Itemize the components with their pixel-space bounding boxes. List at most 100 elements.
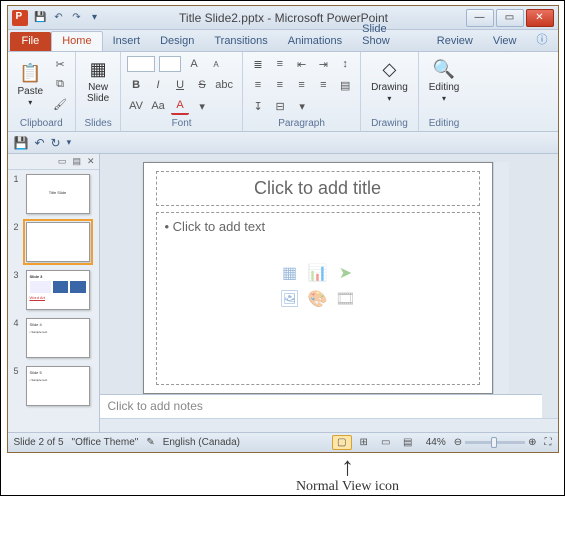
align-left-icon[interactable]: ≡ [249,76,267,94]
callout-label: Normal View icon [131,479,564,495]
bold-button[interactable]: B [127,76,145,94]
shadow-button[interactable]: abc [215,76,233,94]
save-icon[interactable]: 💾 [34,11,48,25]
tab-home[interactable]: Home [51,31,102,51]
ribbon-tabs: File Home Insert Design Transitions Anim… [8,30,558,52]
strikethrough-button[interactable]: S [193,76,211,94]
char-spacing-icon[interactable]: AV [127,97,145,115]
tab-design[interactable]: Design [150,32,204,51]
title-placeholder[interactable]: Click to add title [156,171,480,206]
group-editing: 🔍 Editing ▾ Editing [419,52,470,131]
close-panel-icon[interactable]: ✕ [87,156,95,167]
language-status[interactable]: English (Canada) [163,437,240,448]
slide-sorter-view-button[interactable]: ⊞ [354,435,374,450]
align-center-icon[interactable]: ≡ [271,76,289,94]
tab-slideshow[interactable]: Slide Show [352,20,427,51]
insert-picture-icon[interactable]: 🖼 [278,288,302,310]
thumbnail[interactable]: 2 [8,218,99,266]
fit-to-window-icon[interactable]: ⛶ [545,437,552,448]
editing-button[interactable]: 🔍 Editing ▾ [425,55,464,105]
reading-view-button[interactable]: ▭ [376,435,396,450]
group-font: A A B I U S abc AV Aa A ▾ Font [121,52,243,131]
qat-below-ribbon: 💾 ↶ ↻ ▾ [8,132,558,154]
drawing-button[interactable]: ◇ Drawing ▾ [367,55,412,105]
copy-icon[interactable]: ⧉ [51,75,69,93]
powerpoint-window: 💾 ↶ ↷ ▾ Title Slide2.pptx - Microsoft Po… [7,5,559,453]
justify-icon[interactable]: ≡ [314,76,332,94]
thumbnail[interactable]: 3 Slide 3 Word Art [8,266,99,314]
minimize-button[interactable]: — [466,9,494,27]
format-painter-icon[interactable]: 🖌 [51,95,69,113]
group-slides: ▦ New Slide Slides [76,52,121,131]
app-icon [12,10,28,26]
insert-chart-icon[interactable]: 📊 [306,262,330,284]
slide[interactable]: Click to add title Click to add text ▦ 📊… [143,162,493,394]
tab-file[interactable]: File [10,32,52,51]
insert-media-icon[interactable]: 🎞 [334,288,358,310]
tab-insert[interactable]: Insert [103,32,151,51]
thumbnail[interactable]: 4 Slide 4• Sample text [8,314,99,362]
outline-tab-icon[interactable]: ▭ [58,156,67,167]
font-color-icon[interactable]: A [171,97,189,115]
text-direction-icon[interactable]: ↧ [249,97,267,115]
normal-view-button[interactable]: ▢ [332,435,352,450]
theme-status: "Office Theme" [72,437,139,448]
tab-transitions[interactable]: Transitions [204,32,277,51]
help-icon[interactable]: ⓘ [527,28,558,51]
insert-smartart-icon[interactable]: ➤ [334,262,358,284]
align-right-icon[interactable]: ≡ [293,76,311,94]
decrease-indent-icon[interactable]: ⇤ [293,55,311,73]
font-family-select[interactable] [127,56,155,72]
annotation-callout: ↑ Normal View icon [1,459,564,495]
arrow-up-icon: ↑ [131,459,564,475]
tab-review[interactable]: Review [427,32,483,51]
notes-pane[interactable]: Click to add notes [100,394,542,418]
numbering-icon[interactable]: ≡ [271,55,289,73]
cut-icon[interactable]: ✂ [51,55,69,73]
smartart-icon[interactable]: ▾ [293,97,311,115]
find-icon: 🔍 [432,57,456,81]
zoom-slider[interactable] [465,441,525,444]
change-case-icon[interactable]: Aa [149,97,167,115]
new-slide-button[interactable]: ▦ New Slide [82,55,114,106]
tab-view[interactable]: View [483,32,527,51]
spellcheck-icon[interactable]: ✎ [146,437,154,448]
ribbon: 📋 Paste ▾ ✂ ⧉ 🖌 Clipboard ▦ New Slide Sl… [8,52,558,132]
font-size-select[interactable] [159,56,181,72]
tab-animations[interactable]: Animations [278,32,352,51]
close-button[interactable]: ✕ [526,9,554,27]
bullets-icon[interactable]: ≣ [249,55,267,73]
shrink-font-icon[interactable]: A [207,55,225,73]
underline-button[interactable]: U [171,76,189,94]
save-icon-2[interactable]: 💾 [14,136,29,150]
zoom-out-button[interactable]: ⊖ [454,437,462,448]
redo-icon-2[interactable]: ↻ [51,136,61,150]
qat-dropdown-icon[interactable]: ▾ [88,11,102,25]
slide-thumbnails-panel: ▭ ▤ ✕ 1 Title Slide 2 3 Slide 3 [8,154,100,432]
line-spacing-icon[interactable]: ↕ [336,55,354,73]
horizontal-scrollbar[interactable] [100,418,558,432]
content-placeholder[interactable]: Click to add text ▦ 📊 ➤ 🖼 🎨 🎞 [156,212,480,385]
columns-icon[interactable]: ▤ [336,76,354,94]
undo-icon[interactable]: ↶ [52,11,66,25]
slideshow-view-button[interactable]: ▤ [398,435,418,450]
highlight-icon[interactable]: ▾ [193,97,211,115]
align-text-icon[interactable]: ⊟ [271,97,289,115]
thumbnail[interactable]: 5 Slide 5• Sample text [8,362,99,410]
zoom-percent[interactable]: 44% [426,437,446,448]
thumbnail[interactable]: 1 Title Slide [8,170,99,218]
increase-indent-icon[interactable]: ⇥ [314,55,332,73]
insert-clipart-icon[interactable]: 🎨 [306,288,330,310]
zoom-in-button[interactable]: ⊕ [528,437,536,448]
qat-dropdown-icon-2[interactable]: ▾ [67,137,72,148]
vertical-scrollbar[interactable] [493,162,509,394]
italic-button[interactable]: I [149,76,167,94]
new-slide-icon: ▦ [86,57,110,81]
thumbnails-tab-icon[interactable]: ▤ [72,156,81,167]
paste-button[interactable]: 📋 Paste ▾ [14,59,48,109]
grow-font-icon[interactable]: A [185,55,203,73]
redo-icon[interactable]: ↷ [70,11,84,25]
insert-table-icon[interactable]: ▦ [278,262,302,284]
undo-icon-2[interactable]: ↶ [34,136,44,150]
maximize-button[interactable]: ▭ [496,9,524,27]
